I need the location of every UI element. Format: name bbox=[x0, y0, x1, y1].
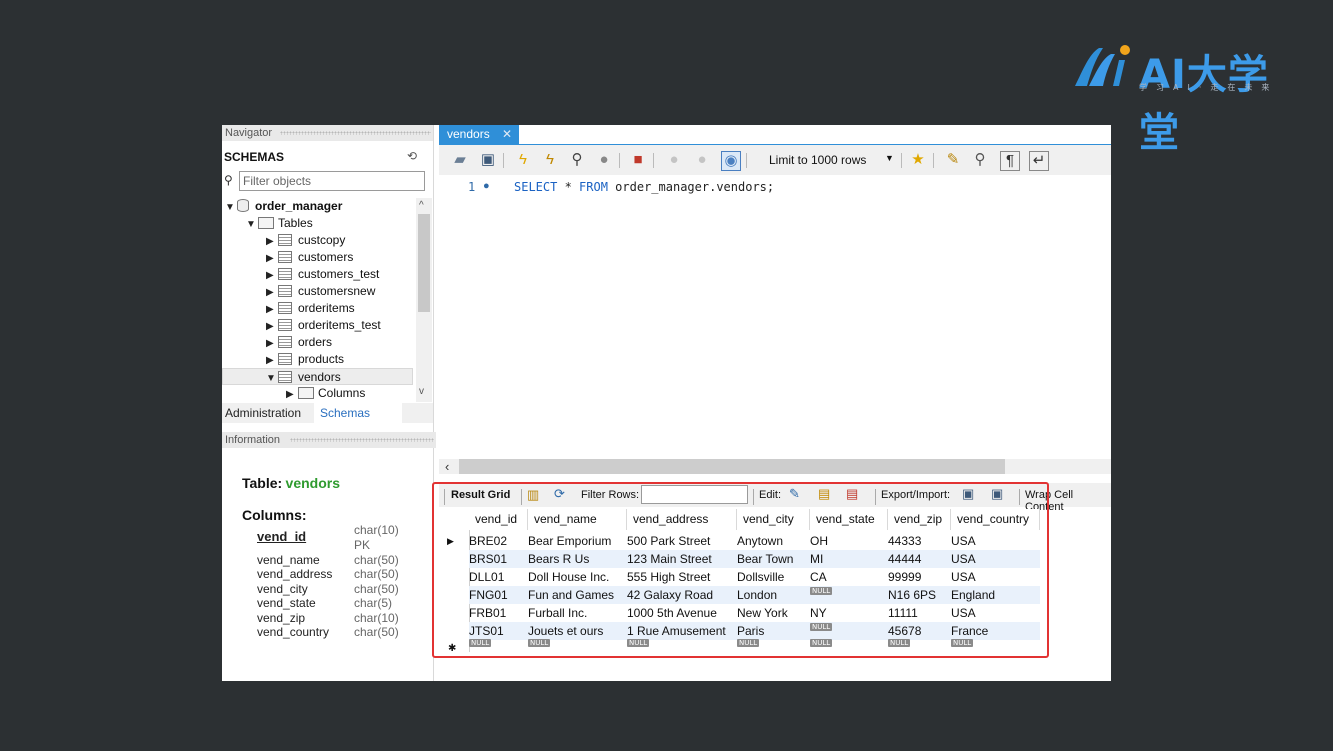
folder-icon bbox=[298, 387, 314, 399]
column-name: vend_id bbox=[257, 529, 307, 544]
invisible-chars-icon[interactable]: ¶ bbox=[1000, 151, 1020, 171]
expand-arrow-icon[interactable]: ▼ bbox=[246, 216, 258, 233]
highlight-box bbox=[432, 482, 1049, 658]
limit-rows-select[interactable]: Limit to 1000 rows bbox=[769, 153, 866, 167]
scrollbar-thumb[interactable] bbox=[459, 459, 1005, 474]
open-folder-icon[interactable]: ▰ bbox=[451, 151, 469, 169]
tree-item-schema[interactable]: ▼ order_manager bbox=[225, 198, 342, 215]
column-name: vend_city bbox=[257, 582, 308, 596]
navigator-header: Navigator bbox=[222, 125, 433, 141]
expand-arrow-icon[interactable]: ▼ bbox=[225, 199, 237, 216]
column-type: char(50) bbox=[354, 582, 399, 596]
close-icon[interactable]: ✕ bbox=[502, 125, 512, 143]
filter-objects-input[interactable]: Filter objects bbox=[239, 171, 425, 191]
column-name: vend_country bbox=[257, 625, 330, 639]
tree-item-table[interactable]: ▶ customers_test bbox=[266, 266, 379, 283]
tree-item-table-selected[interactable]: ▼ vendors bbox=[222, 368, 413, 385]
tab-schemas[interactable]: Schemas bbox=[314, 403, 402, 423]
execute-icon[interactable]: ϟ bbox=[514, 151, 532, 169]
editor-hscrollbar[interactable]: ‹ bbox=[439, 459, 1111, 474]
tree-item-table[interactable]: ▶ customersnew bbox=[266, 283, 375, 300]
toggle-error-icon[interactable]: ■ bbox=[629, 151, 647, 169]
execute-current-icon[interactable]: ϟ bbox=[541, 151, 559, 169]
schemas-title: SCHEMAS bbox=[224, 150, 285, 164]
search-icon: ⚲ bbox=[224, 173, 233, 187]
rollback-icon[interactable]: ● bbox=[693, 151, 711, 169]
folder-icon bbox=[258, 217, 274, 229]
scroll-left-icon[interactable]: ‹ bbox=[445, 459, 449, 474]
column-name: vend_address bbox=[257, 567, 333, 581]
table-icon bbox=[278, 319, 292, 331]
tree-item-table[interactable]: ▶ customers bbox=[266, 249, 353, 266]
save-icon[interactable]: ▣ bbox=[479, 151, 497, 169]
autocommit-icon[interactable]: ◉ bbox=[721, 151, 741, 171]
tree-item-table[interactable]: ▶ orders bbox=[266, 334, 332, 351]
column-type: char(50) bbox=[354, 553, 399, 567]
scroll-up-icon[interactable]: ^ bbox=[419, 200, 424, 211]
tree-item-table[interactable]: ▶ products bbox=[266, 351, 344, 368]
column-type: char(10) bbox=[354, 523, 399, 537]
sql-statement[interactable]: SELECT * FROM order_manager.vendors; bbox=[514, 180, 774, 194]
table-icon bbox=[278, 268, 292, 280]
explain-icon[interactable]: ⚲ bbox=[568, 151, 586, 169]
information-header: Information bbox=[222, 432, 436, 448]
table-icon bbox=[278, 336, 292, 348]
commit-icon[interactable]: ● bbox=[665, 151, 683, 169]
scroll-down-icon[interactable]: v bbox=[419, 386, 424, 397]
logo-mark-icon bbox=[1075, 45, 1130, 86]
tab-vendors[interactable]: vendors ✕ bbox=[439, 125, 519, 144]
table-icon bbox=[278, 371, 292, 383]
find-icon[interactable]: ⚲ bbox=[971, 151, 989, 169]
columns-title: Columns: bbox=[242, 507, 307, 523]
table-info: Table: vendors bbox=[242, 475, 432, 491]
tree-item-table[interactable]: ▶ orderitems_test bbox=[266, 317, 381, 334]
chevron-down-icon[interactable]: ▼ bbox=[885, 153, 894, 163]
column-key: PK bbox=[354, 538, 371, 552]
tree-item-table[interactable]: ▶ orderitems bbox=[266, 300, 355, 317]
beautify-icon[interactable]: ✎ bbox=[944, 151, 962, 169]
column-name: vend_name bbox=[257, 553, 320, 567]
navigator-panel: Navigator SCHEMAS ⟲ ⚲ Filter objects ▼ or… bbox=[222, 125, 436, 681]
column-type: char(10) bbox=[354, 611, 399, 625]
line-number: 1 bbox=[468, 180, 476, 194]
scrollbar-thumb[interactable] bbox=[418, 214, 430, 312]
wrap-lines-icon[interactable]: ↵ bbox=[1029, 151, 1049, 171]
tree-scrollbar[interactable]: ^ v bbox=[416, 198, 432, 402]
logo-text: AI大学堂 bbox=[1139, 52, 1269, 156]
database-icon bbox=[237, 199, 249, 212]
column-type: char(50) bbox=[354, 567, 399, 581]
table-icon bbox=[278, 353, 292, 365]
table-icon bbox=[278, 251, 292, 263]
table-icon bbox=[278, 302, 292, 314]
stop-icon[interactable]: ● bbox=[595, 151, 613, 169]
logo-tagline: 学习AI·走在未来 bbox=[1139, 83, 1279, 92]
column-type: char(5) bbox=[354, 596, 393, 610]
tree-item-columns[interactable]: ▶ Columns bbox=[286, 385, 365, 402]
brand-logo: AI大学堂 学习AI·走在未来 bbox=[1073, 40, 1293, 156]
table-icon bbox=[278, 234, 292, 246]
sql-editor[interactable]: 1 ● SELECT * FROM order_manager.vendors; bbox=[439, 175, 1111, 459]
editor-toolbar: ▰ ▣ ϟ ϟ ⚲ ● ■ ● ● ◉ Limit to 1000 rows ▼… bbox=[439, 145, 1111, 175]
refresh-icon[interactable]: ⟲ bbox=[407, 149, 417, 163]
table-name: vendors bbox=[285, 475, 341, 491]
add-snippet-icon[interactable]: ★ bbox=[909, 151, 927, 169]
column-type: char(50) bbox=[354, 625, 399, 639]
table-label: Table: bbox=[242, 475, 283, 491]
navigator-tabs: Administration Schemas bbox=[222, 403, 433, 423]
tree-item-table[interactable]: ▶ custcopy bbox=[266, 232, 345, 249]
tree-item-tables[interactable]: ▼ Tables bbox=[246, 215, 313, 232]
statement-marker-icon: ● bbox=[483, 180, 490, 192]
column-name: vend_state bbox=[257, 596, 316, 610]
tab-administration[interactable]: Administration bbox=[225, 406, 301, 420]
column-name: vend_zip bbox=[257, 611, 306, 625]
table-icon bbox=[278, 285, 292, 297]
schema-tree[interactable]: ▼ order_manager ▼ Tables ▶ custcopy ▶ custom… bbox=[222, 198, 415, 402]
